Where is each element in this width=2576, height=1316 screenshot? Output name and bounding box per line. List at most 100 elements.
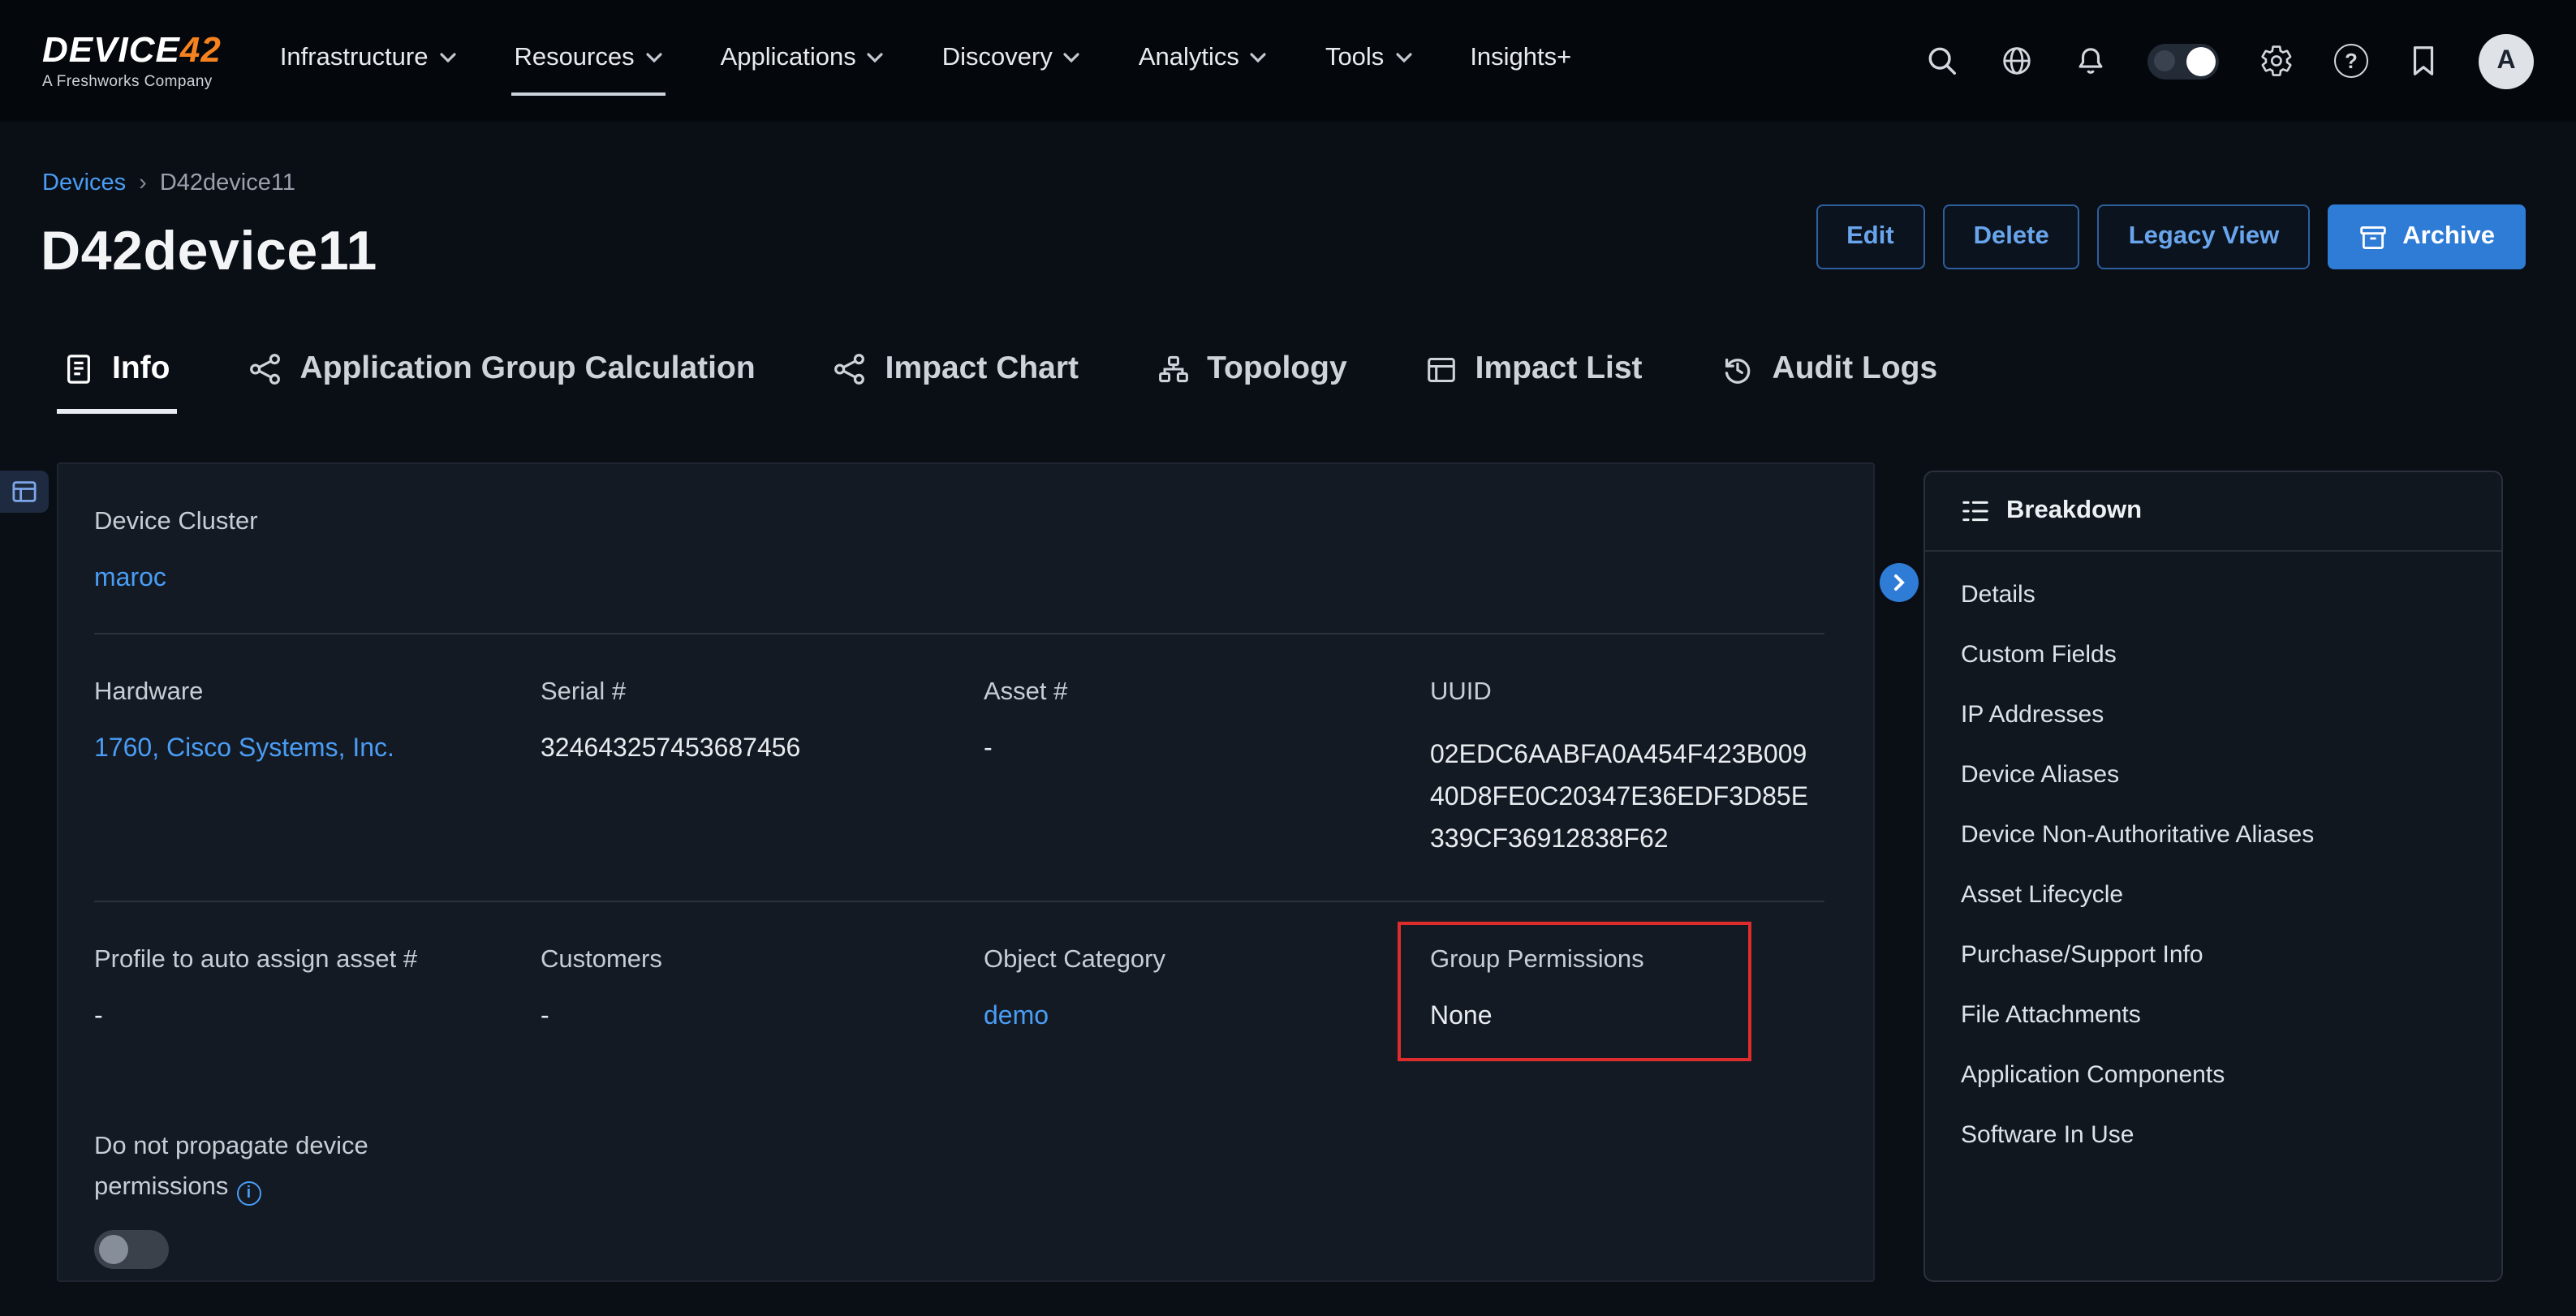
sidebar-item-custom-fields[interactable]: Custom Fields: [1925, 625, 2501, 685]
history-icon: [1721, 352, 1755, 386]
tab-impact-chart[interactable]: Impact Chart: [827, 341, 1085, 414]
side-panel-toggle[interactable]: [0, 471, 49, 513]
field-label: Device Cluster: [94, 508, 1824, 537]
field-label: Serial #: [541, 678, 984, 707]
chevron-down-icon: [868, 52, 884, 63]
chevron-down-icon: [1395, 52, 1411, 63]
expand-sidebar-button[interactable]: [1880, 563, 1919, 602]
sidebar-item-asset-lifecycle[interactable]: Asset Lifecycle: [1925, 865, 2501, 925]
edit-button[interactable]: Edit: [1816, 204, 1925, 269]
theme-toggle[interactable]: [2147, 43, 2219, 79]
field-label: Hardware: [94, 678, 541, 707]
breakdown-header: Breakdown: [1925, 472, 2501, 552]
field-label: Customers: [541, 946, 984, 975]
chevron-down-icon: [1064, 52, 1080, 63]
nav-insights-plus[interactable]: Insights+: [1467, 27, 1574, 95]
object-category-link[interactable]: demo: [984, 1003, 1430, 1032]
group-permissions-value: None: [1430, 1003, 1719, 1032]
group-permissions-highlight: Group Permissions None: [1398, 922, 1751, 1061]
sidebar-item-ip-addresses[interactable]: IP Addresses: [1925, 685, 2501, 745]
nav-label: Analytics: [1139, 43, 1239, 72]
nav-label: Tools: [1325, 43, 1384, 72]
user-avatar[interactable]: A: [2479, 33, 2534, 88]
tab-info[interactable]: Info: [57, 341, 176, 414]
hardware-section: Hardware 1760, Cisco Systems, Inc. Seria…: [58, 634, 1873, 901]
table-icon: [1425, 355, 1458, 384]
sidebar-item-device-non-authoritative-aliases[interactable]: Device Non-Authoritative Aliases: [1925, 805, 2501, 865]
theme-toggle-knob: [2186, 46, 2216, 75]
breakdown-sidebar: Breakdown Details Custom Fields IP Addre…: [1923, 471, 2503, 1282]
permissions-section: Profile to auto assign asset # - Custome…: [58, 902, 1873, 1100]
share-icon: [834, 354, 868, 385]
legacy-view-button[interactable]: Legacy View: [2098, 204, 2311, 269]
breadcrumb-current: D42device11: [160, 170, 295, 196]
breadcrumb: Devices › D42device11: [42, 170, 295, 196]
tab-audit-logs[interactable]: Audit Logs: [1714, 341, 1945, 414]
sidebar-item-purchase-support-info[interactable]: Purchase/Support Info: [1925, 925, 2501, 985]
topbar-utilities: ? A: [1925, 33, 2534, 88]
tab-label: Topology: [1207, 351, 1347, 388]
nav-label: Applications: [721, 43, 856, 72]
top-navigation-bar: DEVICE42 A Freshworks Company Infrastruc…: [0, 0, 2576, 122]
object-category-field: Object Category demo: [984, 946, 1430, 1061]
archive-button[interactable]: Archive: [2328, 204, 2526, 269]
globe-icon[interactable]: [2000, 44, 2034, 78]
chevron-right-icon: [1891, 573, 1907, 592]
device-info-panel: Device Cluster maroc Hardware 1760, Cisc…: [57, 462, 1875, 1282]
uuid-value: 02EDC6AABFA0A454F423B00940D8FE0C20347E36…: [1430, 735, 1813, 862]
chevron-down-icon: [1251, 52, 1267, 63]
logo-wordmark: DEVICE42: [42, 32, 222, 68]
tab-label: Impact Chart: [885, 351, 1079, 388]
sidebar-item-file-attachments[interactable]: File Attachments: [1925, 985, 2501, 1045]
propagate-toggle[interactable]: [94, 1230, 169, 1269]
field-label: Asset #: [984, 678, 1430, 707]
serial-value: 324643257453687456: [541, 735, 984, 764]
topology-icon: [1157, 354, 1189, 385]
nav-resources[interactable]: Resources: [510, 27, 665, 95]
tab-application-group-calculation[interactable]: Application Group Calculation: [241, 341, 761, 414]
list-tree-icon: [1961, 498, 1990, 524]
sidebar-item-device-aliases[interactable]: Device Aliases: [1925, 745, 2501, 805]
nav-analytics[interactable]: Analytics: [1135, 27, 1270, 95]
device-cluster-link[interactable]: maroc: [94, 565, 1824, 594]
settings-gear-icon[interactable]: [2259, 44, 2294, 78]
hardware-link[interactable]: 1760, Cisco Systems, Inc.: [94, 735, 541, 764]
hardware-field: Hardware 1760, Cisco Systems, Inc.: [94, 678, 541, 862]
profile-auto-assign-field: Profile to auto assign asset # -: [94, 946, 541, 1061]
device-cluster-section: Device Cluster maroc: [58, 464, 1873, 633]
group-permissions-field: Group Permissions None: [1430, 946, 1824, 1061]
sidebar-item-software-in-use[interactable]: Software In Use: [1925, 1105, 2501, 1165]
tab-label: Impact List: [1475, 351, 1643, 388]
help-icon[interactable]: ?: [2334, 44, 2368, 78]
serial-field: Serial # 324643257453687456: [541, 678, 984, 862]
tab-impact-list[interactable]: Impact List: [1419, 341, 1649, 414]
propagate-section: Do not propagate device permissionsi: [58, 1100, 1873, 1308]
sidebar-item-application-components[interactable]: Application Components: [1925, 1045, 2501, 1105]
field-label: Profile to auto assign asset #: [94, 946, 541, 975]
nav-tools[interactable]: Tools: [1322, 27, 1415, 95]
bookmark-icon[interactable]: [2409, 44, 2438, 78]
nav-applications[interactable]: Applications: [717, 27, 887, 95]
device42-logo[interactable]: DEVICE42 A Freshworks Company: [42, 32, 222, 90]
chevron-down-icon: [646, 52, 662, 63]
archive-label: Archive: [2402, 222, 2495, 252]
breadcrumb-devices-link[interactable]: Devices: [42, 170, 126, 196]
archive-icon: [2358, 223, 2388, 251]
nav-discovery[interactable]: Discovery: [939, 27, 1083, 95]
search-icon[interactable]: [1925, 44, 1959, 78]
sidebar-item-details[interactable]: Details: [1925, 565, 2501, 625]
customers-value: -: [541, 1003, 984, 1032]
asset-value: -: [984, 735, 1430, 764]
profile-auto-assign-value: -: [94, 1003, 541, 1032]
page-actions: Edit Delete Legacy View Archive: [1816, 204, 2526, 269]
breakdown-list: Details Custom Fields IP Addresses Devic…: [1925, 552, 2501, 1178]
main-nav: Infrastructure Resources Applications Di…: [277, 27, 1574, 95]
info-icon[interactable]: i: [236, 1181, 261, 1206]
tab-topology[interactable]: Topology: [1150, 341, 1354, 414]
nav-infrastructure[interactable]: Infrastructure: [277, 27, 459, 95]
logo-name: DEVICE: [42, 29, 180, 70]
nav-label: Infrastructure: [280, 43, 429, 72]
field-label: Group Permissions: [1430, 946, 1719, 975]
notifications-bell-icon[interactable]: [2074, 44, 2107, 78]
delete-button[interactable]: Delete: [1943, 204, 2080, 269]
